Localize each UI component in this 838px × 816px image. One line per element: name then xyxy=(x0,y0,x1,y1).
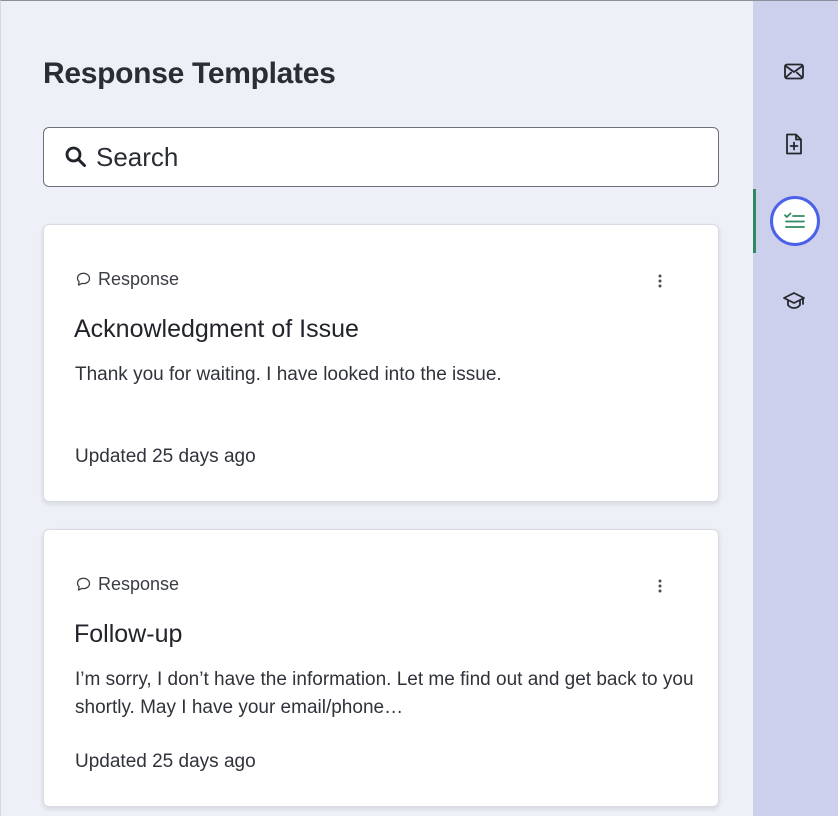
search-input[interactable] xyxy=(96,141,696,173)
file-plus-icon xyxy=(784,132,804,156)
rail-response-templates-button[interactable] xyxy=(770,196,820,246)
checklist-icon xyxy=(783,211,807,231)
search-icon xyxy=(64,145,88,169)
page-title: Response Templates xyxy=(43,57,336,90)
rail-learning-button[interactable] xyxy=(773,280,815,322)
mail-icon xyxy=(783,61,805,83)
template-card[interactable]: Response Follow-up I’m sorry, I don’t ha… xyxy=(43,529,719,807)
template-updated-time: Updated 25 days ago xyxy=(75,751,256,772)
response-templates-app: Response Templates Response xyxy=(0,0,838,816)
templates-panel: Response Templates Response xyxy=(1,1,753,816)
rail-mail-button[interactable] xyxy=(773,51,815,93)
right-tool-rail xyxy=(753,1,838,816)
template-type-label: Response xyxy=(98,268,180,289)
active-rail-indicator xyxy=(753,189,756,253)
template-title[interactable]: Follow-up xyxy=(74,620,182,649)
template-card[interactable]: Response Acknowledgment of Issue Thank y… xyxy=(43,224,719,502)
graduation-cap-icon xyxy=(782,290,806,312)
rail-new-file-button[interactable] xyxy=(773,123,815,165)
template-type: Response xyxy=(76,572,179,596)
template-updated-time: Updated 25 days ago xyxy=(75,446,256,467)
more-vertical-icon xyxy=(658,579,662,593)
speech-bubble-icon xyxy=(76,272,91,287)
template-more-button[interactable] xyxy=(650,574,670,598)
search-field[interactable] xyxy=(43,127,719,187)
speech-bubble-icon xyxy=(76,577,91,592)
template-preview: Thank you for waiting. I have looked int… xyxy=(75,364,502,385)
more-vertical-icon xyxy=(658,274,662,288)
template-type-label: Response xyxy=(98,573,180,594)
template-more-button[interactable] xyxy=(650,269,670,293)
template-type: Response xyxy=(76,267,179,291)
template-title[interactable]: Acknowledgment of Issue xyxy=(74,315,359,344)
template-preview: I’m sorry, I don’t have the information.… xyxy=(75,669,694,718)
